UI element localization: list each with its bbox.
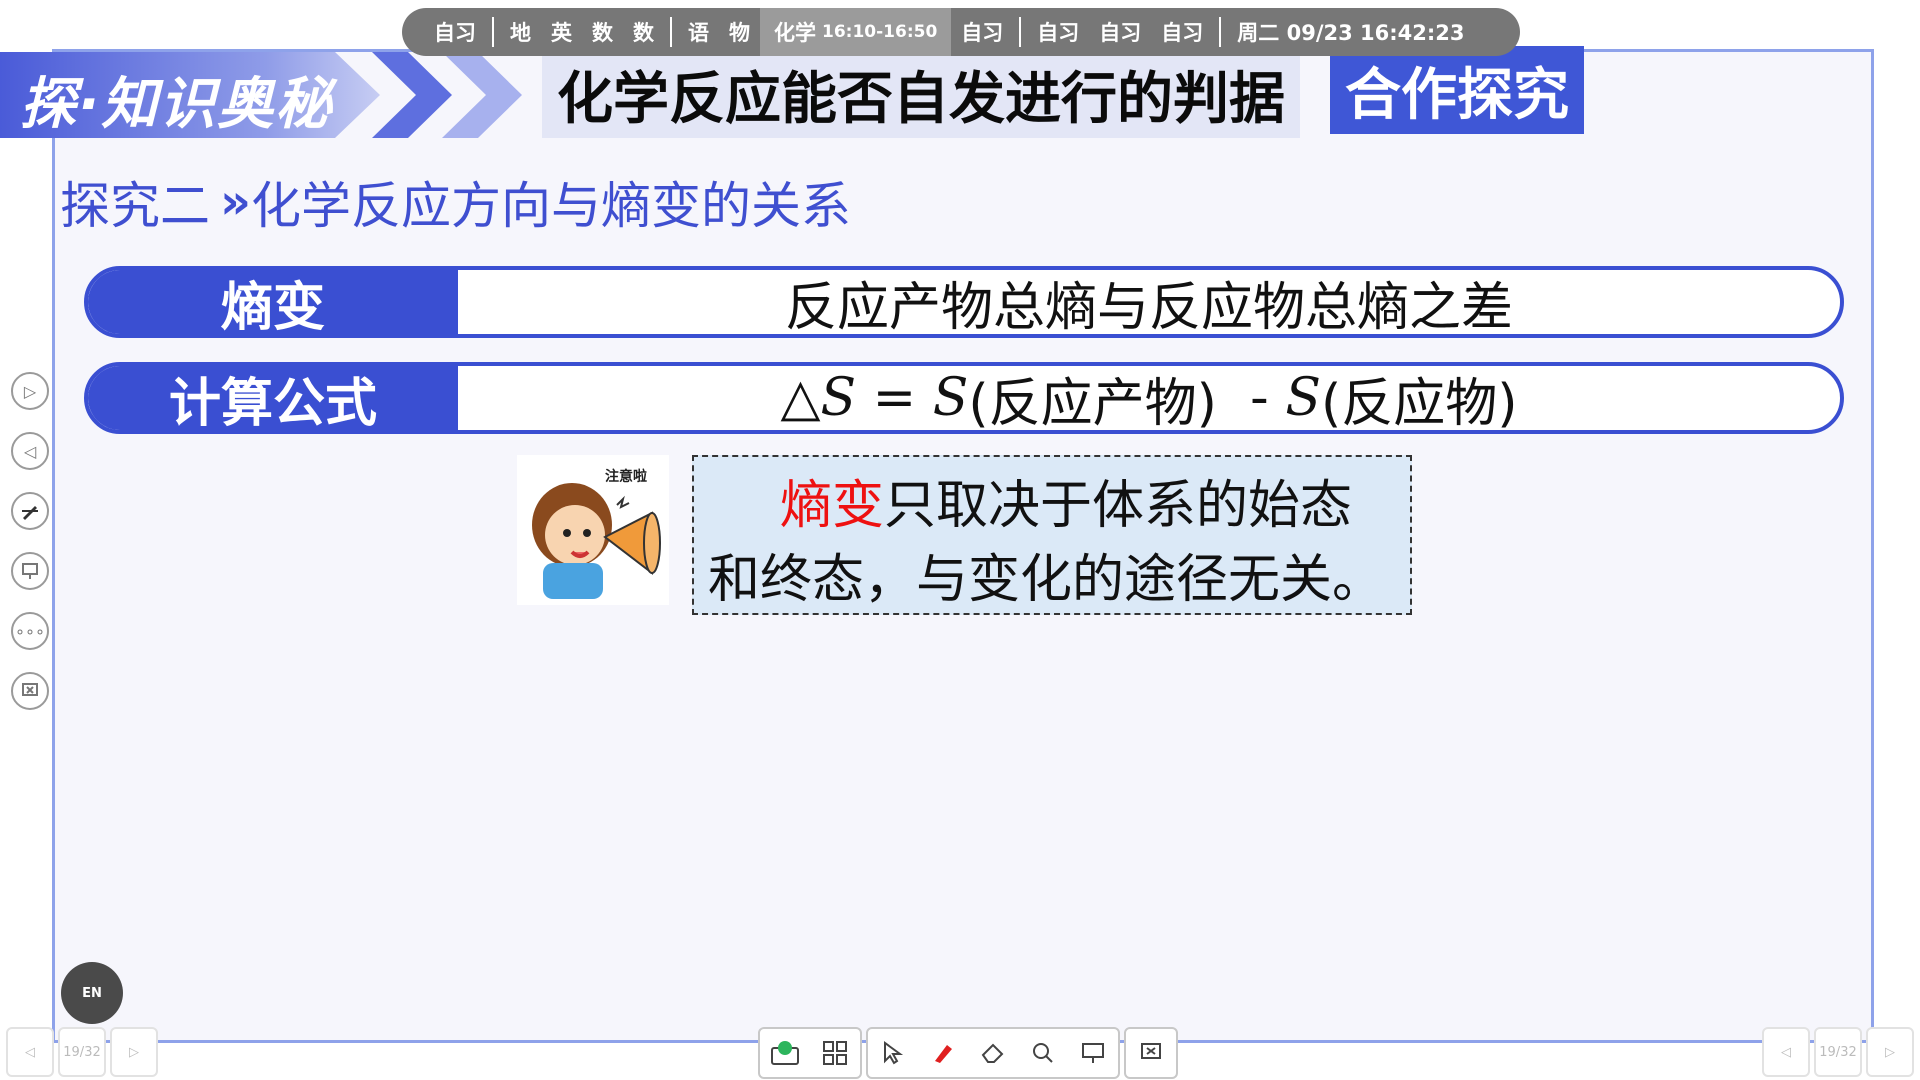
- bottom-toolbar: [758, 1027, 1182, 1079]
- note-line1: 只取决于体系的始态: [884, 476, 1353, 536]
- brand-text: 探·知识奥秘: [20, 72, 334, 137]
- schedule-item[interactable]: 物: [719, 17, 760, 47]
- subtitle-text: 化学反应方向与熵变的关系: [251, 177, 852, 235]
- next-page-icon[interactable]: ▷: [110, 1027, 158, 1077]
- eraser-icon[interactable]: [968, 1029, 1018, 1077]
- play-prev-icon[interactable]: ◁: [11, 432, 49, 470]
- formula: △ S = S (反应产物) - S (反应物): [458, 366, 1840, 430]
- brand-banner: 探·知识奥秘: [0, 52, 380, 138]
- formula-var: S: [932, 368, 969, 428]
- toolbar-group: [758, 1027, 862, 1079]
- pager-left: ◁ 19/32 ▷: [6, 1027, 158, 1077]
- next-page-icon[interactable]: ▷: [1866, 1027, 1914, 1077]
- formula-var: S: [1285, 368, 1321, 428]
- schedule-item[interactable]: 自习: [951, 17, 1013, 47]
- sign-icon[interactable]: [760, 1029, 810, 1077]
- section-subtitle: 探究二 » 化学反应方向与熵变的关系: [60, 166, 851, 238]
- present-icon[interactable]: [1068, 1029, 1118, 1077]
- highlight-term: 熵变: [780, 476, 885, 536]
- prev-page-icon[interactable]: ◁: [6, 1027, 54, 1077]
- separator: [1219, 17, 1222, 47]
- marker-icon[interactable]: [918, 1029, 968, 1077]
- formula-minus: -: [1216, 368, 1286, 428]
- note-box: 熵变只取决于体系的始态 和终态，与变化的途径无关。: [692, 455, 1412, 615]
- more-icon[interactable]: ∘∘∘: [11, 612, 49, 650]
- separator: [1019, 17, 1022, 47]
- close-slide-icon[interactable]: [1126, 1029, 1176, 1077]
- double-arrow-icon: »: [220, 174, 251, 230]
- row-value: 反应产物总熵与反应物总熵之差: [784, 277, 1513, 338]
- row-label: 计算公式: [88, 366, 458, 430]
- prev-page-icon[interactable]: ◁: [1762, 1027, 1810, 1077]
- mascot-illustration: 注意啦: [532, 468, 661, 599]
- page-indicator[interactable]: 19/32: [58, 1027, 106, 1077]
- formula-var: S: [820, 368, 857, 428]
- formula-row: 计算公式 △ S = S (反应产物) - S (反应物): [84, 362, 1844, 434]
- toolbar-group: [866, 1027, 1120, 1079]
- current-class[interactable]: 化学 16:10-16:50: [760, 8, 952, 56]
- search-icon[interactable]: [1018, 1029, 1068, 1077]
- schedule-item[interactable]: 自习: [1089, 17, 1151, 47]
- schedule-item[interactable]: 英: [541, 17, 582, 47]
- schedule-item[interactable]: 自习: [424, 17, 486, 47]
- formula-term: (反应产物): [968, 373, 1217, 434]
- pager-right: ◁ 19/32 ▷: [1762, 1027, 1914, 1077]
- delta-symbol: △: [780, 368, 821, 428]
- page-title: 化学反应能否自发进行的判据: [542, 50, 1300, 138]
- separator: [670, 17, 672, 47]
- subtitle-prefix: 探究二: [60, 177, 210, 235]
- note-line2: 和终态，与变化的途径无关。: [708, 550, 1385, 610]
- toolbar-group: [1124, 1027, 1178, 1079]
- schedule-item[interactable]: 自习: [1151, 17, 1213, 47]
- exit-icon[interactable]: [11, 672, 49, 710]
- current-subject: 化学: [774, 21, 816, 45]
- current-time: 16:10-16:50: [822, 22, 938, 42]
- language-label: EN: [82, 985, 102, 1001]
- separator: [492, 17, 494, 47]
- datetime: 周二 09/23 16:42:23: [1237, 21, 1465, 45]
- schedule-item[interactable]: 数: [623, 17, 664, 47]
- cursor-icon[interactable]: [868, 1029, 918, 1077]
- screen-icon[interactable]: [11, 552, 49, 590]
- row-label: 熵变: [88, 270, 458, 334]
- apps-icon[interactable]: [810, 1029, 860, 1077]
- language-toggle-button[interactable]: EN: [61, 962, 123, 1024]
- formula-eq: =: [856, 368, 933, 428]
- mascot-caption: 注意啦: [605, 468, 647, 485]
- play-next-icon[interactable]: ▷: [11, 372, 49, 410]
- schedule-item[interactable]: 语: [678, 17, 719, 47]
- schedule-bar: 自习 地 英 数 数 语 物 化学 16:10-16:50 自习 自习 自习 自…: [402, 8, 1520, 56]
- schedule-item[interactable]: 数: [582, 17, 623, 47]
- section-badge: 合作探究: [1330, 46, 1584, 134]
- pen-icon[interactable]: [11, 492, 49, 530]
- schedule-item[interactable]: 地: [500, 17, 541, 47]
- megaphone-mascot-image: 注意啦: [517, 455, 669, 605]
- definition-row: 熵变 反应产物总熵与反应物总熵之差: [84, 266, 1844, 338]
- schedule-item[interactable]: 自习: [1027, 17, 1089, 47]
- formula-term: (反应物): [1320, 373, 1518, 434]
- page-indicator[interactable]: 19/32: [1814, 1027, 1862, 1077]
